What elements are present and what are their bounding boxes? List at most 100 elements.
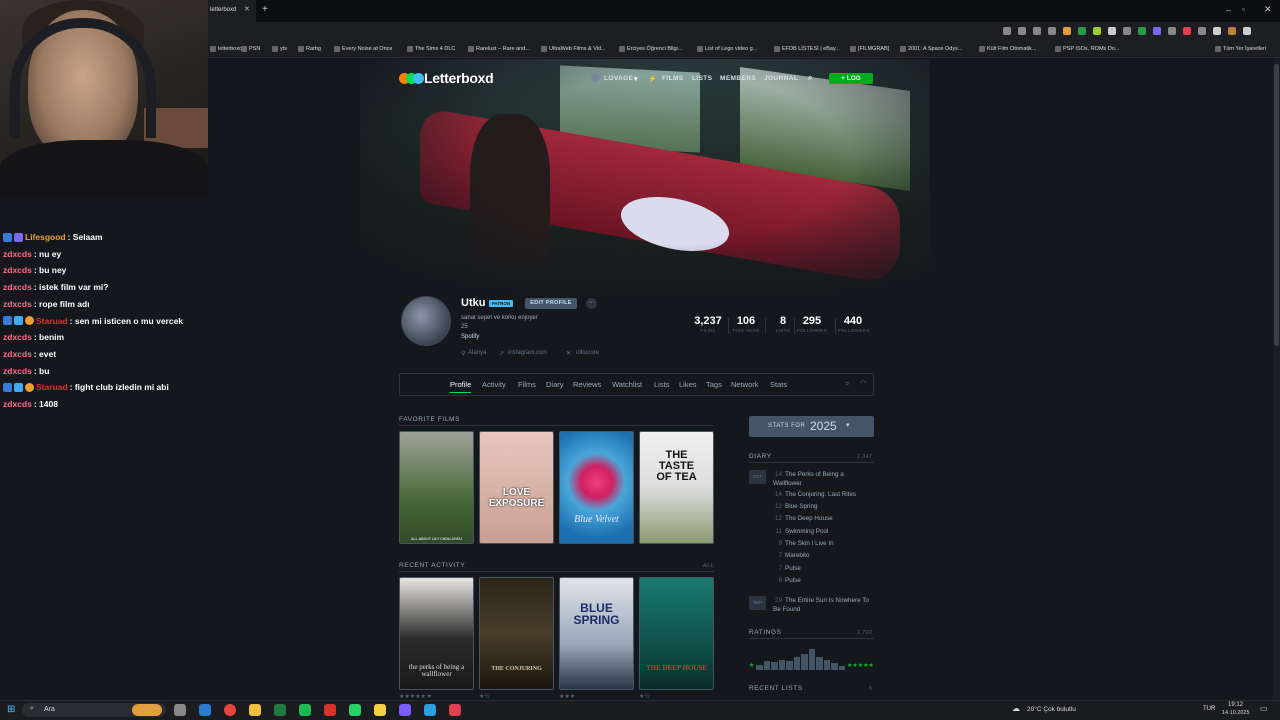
profile-stat[interactable]: 440 FOLLOWERS (838, 315, 869, 333)
subnav-lists[interactable]: Lists (654, 380, 669, 389)
all-bookmarks[interactable]: Tüm Yer İşaretleri (1215, 46, 1266, 52)
nav-members[interactable]: MEMBERS (720, 75, 756, 82)
diary-entry[interactable]: 14 The Conjuring: Last Rites (773, 491, 856, 498)
extension-icon[interactable] (1003, 27, 1011, 35)
subnav-activity[interactable]: Activity (482, 380, 506, 389)
bookmark-item[interactable]: [FILMGRAB] (850, 46, 889, 52)
extension-icon[interactable] (1063, 27, 1071, 35)
new-tab-icon[interactable]: + (262, 4, 268, 15)
activity-bolt-icon[interactable]: ⚡ (648, 75, 657, 83)
maximize-icon[interactable]: ▫ (1242, 5, 1245, 14)
ratings-bar[interactable] (771, 662, 778, 670)
extension-icon[interactable] (1168, 27, 1176, 35)
chevron-down-icon[interactable]: ▾ (634, 75, 638, 83)
favorite-film-poster[interactable]: LOVE EXPOSURE (479, 431, 554, 544)
language-indicator[interactable]: TUR (1203, 706, 1215, 712)
extension-icon[interactable] (1183, 27, 1191, 35)
extension-icon[interactable] (1153, 27, 1161, 35)
tab-letterboxd[interactable]: letterboxd ✕ (208, 0, 256, 22)
bookmark-item[interactable]: letterboxd (210, 46, 242, 52)
chevron-down-icon[interactable]: ▾ (846, 421, 850, 429)
chat-username[interactable]: zdxcds (3, 399, 32, 409)
bookmark-item[interactable]: PSP ISOs, ROMs Do... (1055, 46, 1119, 52)
taskbar-app-icon[interactable] (174, 704, 186, 716)
chat-username[interactable]: zdxcds (3, 349, 32, 359)
extension-icon[interactable] (1078, 27, 1086, 35)
bookmark-item[interactable]: yts (272, 46, 287, 52)
subnav-likes[interactable]: Likes (679, 380, 697, 389)
recent-film-poster[interactable]: BLUE SPRING (559, 577, 634, 690)
ratings-bar[interactable] (756, 664, 763, 670)
windows-start-icon[interactable]: ⊞ (7, 704, 15, 715)
ratings-bar[interactable] (808, 649, 815, 670)
clock-time[interactable]: 19:12 (1228, 702, 1243, 708)
extension-icon[interactable] (1123, 27, 1131, 35)
diary-entry[interactable]: 14 The Perks of Being a Wallflower (773, 470, 869, 488)
instagram-link[interactable]: instagram.com (508, 350, 547, 356)
taskbar-app-icon[interactable] (199, 704, 211, 716)
nav-user[interactable]: LOVAGE (604, 75, 633, 82)
bookmark-item[interactable]: UltraWeb Films & Vid... (541, 46, 606, 52)
taskbar-app-icon[interactable] (399, 704, 411, 716)
taskbar-app-icon[interactable] (224, 704, 236, 716)
taskbar-app-icon[interactable] (249, 704, 261, 716)
extension-icon[interactable] (1138, 27, 1146, 35)
extension-icon[interactable] (1213, 27, 1221, 35)
weather-text[interactable]: 20°C Çok bulutlu (1027, 706, 1076, 713)
chat-username[interactable]: zdxcds (3, 299, 32, 309)
recent-film-poster[interactable]: THE DEEP HOUSE (639, 577, 714, 690)
nav-journal[interactable]: JOURNAL (764, 75, 798, 82)
subnav-network[interactable]: Network (731, 380, 759, 389)
rss-icon[interactable]: ◠ (860, 379, 866, 387)
notification-icon[interactable]: ▭ (1260, 704, 1268, 713)
twitter-link[interactable]: utkucore (576, 350, 599, 356)
tab-close-icon[interactable]: ✕ (244, 5, 250, 13)
recent-film-poster[interactable]: THE CONJURING (479, 577, 554, 690)
search-icon[interactable]: ⌕ (808, 73, 813, 83)
ratings-bar[interactable] (763, 661, 770, 670)
scrollbar-thumb[interactable] (1274, 64, 1279, 346)
ratings-bar[interactable] (801, 653, 808, 670)
bookmark-item[interactable]: Every Noise at Once (334, 46, 392, 52)
bookmark-item[interactable]: Kült Film Otomatik... (979, 46, 1037, 52)
extension-icon[interactable] (1033, 27, 1041, 35)
taskbar-app-icon[interactable] (349, 704, 361, 716)
bookmark-item[interactable]: EFDB LİSTESİ | eBay... (774, 46, 840, 52)
chat-username[interactable]: zdxcds (3, 249, 32, 259)
chat-username[interactable]: zdxcds (3, 265, 32, 275)
log-button[interactable]: + LOG (829, 73, 873, 84)
recent-film-poster[interactable]: the perks of being a wallflower (399, 577, 474, 690)
ratings-bar[interactable] (816, 656, 823, 670)
diary-entry[interactable]: 12 The Deep House (773, 515, 833, 522)
bookmark-item[interactable]: 2001: A Space Odys... (900, 46, 962, 52)
diary-entry[interactable]: 7 Pulse (773, 565, 800, 572)
recent-all-link[interactable]: ALL (703, 563, 715, 569)
search-icon[interactable]: ⌕ (845, 379, 849, 389)
ratings-bar[interactable] (838, 665, 845, 670)
taskbar-search[interactable]: ⌕ Ara (22, 703, 166, 717)
taskbar-app-icon[interactable] (324, 704, 336, 716)
ratings-bar[interactable] (786, 661, 793, 670)
bio-link[interactable]: Spotify (461, 334, 479, 340)
subnav-profile[interactable]: Profile (450, 380, 472, 393)
taskbar-app-icon[interactable] (424, 704, 436, 716)
chat-username[interactable]: zdxcds (3, 332, 32, 342)
diary-entry[interactable]: 7 Marebito (773, 552, 809, 559)
chat-username[interactable]: zdxcds (3, 282, 32, 292)
diary-heading[interactable]: DIARY (749, 453, 772, 460)
chat-username[interactable]: Staruad (36, 316, 68, 326)
nav-lists[interactable]: LISTS (692, 75, 712, 82)
taskbar-app-icon[interactable] (274, 704, 286, 716)
diary-entry[interactable]: 12 Blue Spring (773, 503, 818, 510)
favorite-film-poster[interactable]: THE TASTE OF TEA (639, 431, 714, 544)
bookmark-item[interactable]: Erciyes Öğrenci Bilgi... (619, 46, 682, 52)
extension-icon[interactable] (1243, 27, 1251, 35)
bookmark-item[interactable]: List of Lego video g... (697, 46, 757, 52)
extension-icon[interactable] (1228, 27, 1236, 35)
extension-icon[interactable] (1018, 27, 1026, 35)
subnav-diary[interactable]: Diary (546, 380, 564, 389)
chat-username[interactable]: Staruad (36, 382, 68, 392)
subnav-tags[interactable]: Tags (706, 380, 722, 389)
user-avatar-small[interactable] (591, 73, 600, 82)
profile-stat[interactable]: 295 FOLLOWING (797, 315, 827, 333)
